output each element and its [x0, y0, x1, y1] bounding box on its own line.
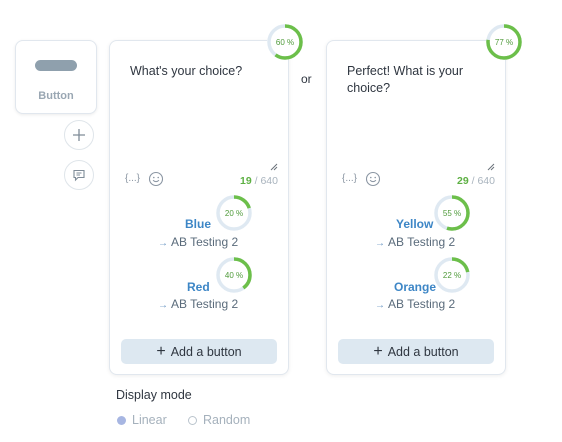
add-block-button[interactable]: [64, 120, 94, 150]
plus-icon: +: [156, 342, 166, 360]
arrow-right-icon: →: [375, 238, 385, 249]
resize-grip-icon[interactable]: [487, 163, 495, 171]
message-text-input[interactable]: What's your choice?: [130, 63, 270, 80]
radio-label: Linear: [132, 413, 167, 427]
choice-name-blue[interactable]: Blue: [185, 217, 211, 231]
or-connector-label: or: [301, 72, 312, 86]
button-shape-icon: [35, 60, 77, 71]
radio-label: Random: [203, 413, 251, 427]
radio-unselected-icon[interactable]: [188, 415, 197, 425]
plus-icon: +: [373, 342, 383, 360]
choice-name-orange[interactable]: Orange: [394, 280, 436, 294]
display-mode-linear-option[interactable]: Linear: [117, 413, 167, 427]
display-mode-title: Display mode: [116, 388, 192, 402]
ring-label: 55 %: [443, 209, 461, 218]
emoji-icon[interactable]: [148, 171, 164, 187]
add-message-button[interactable]: [64, 160, 94, 190]
palette-item-label: Button: [38, 90, 74, 102]
message-text-input[interactable]: Perfect! What is your choice?: [347, 63, 487, 97]
character-counter: 29 / 640: [457, 175, 495, 187]
message-card-1[interactable]: What's your choice? {...} 19 / 640 Blue …: [109, 40, 289, 375]
choice-target-link[interactable]: → AB Testing 2: [375, 297, 455, 311]
arrow-right-icon: →: [158, 300, 168, 311]
add-a-button-button[interactable]: + Add a button: [338, 339, 494, 364]
ring-label: 40 %: [225, 271, 243, 280]
choice-name-red[interactable]: Red: [187, 280, 210, 294]
choice-target-link[interactable]: → AB Testing 2: [375, 235, 455, 249]
button-block-palette-item[interactable]: Button: [15, 40, 97, 114]
emoji-icon[interactable]: [365, 171, 381, 187]
display-mode-random-option[interactable]: Random: [188, 413, 250, 427]
ring-label: 77 %: [495, 38, 513, 47]
plus-icon: [73, 129, 85, 141]
character-counter: 19 / 640: [240, 175, 278, 187]
add-a-button-button[interactable]: + Add a button: [121, 339, 277, 364]
variables-button[interactable]: {...}: [342, 173, 357, 184]
variables-button[interactable]: {...}: [125, 173, 140, 184]
card-2-percent-ring: 77 %: [486, 24, 522, 60]
resize-grip-icon[interactable]: [270, 163, 278, 171]
ring-label: 20 %: [225, 209, 243, 218]
choice-red-percent-ring: 40 %: [216, 257, 252, 293]
ring-label: 22 %: [443, 271, 461, 280]
radio-selected-icon[interactable]: [117, 415, 126, 425]
choice-target-link[interactable]: → AB Testing 2: [158, 235, 238, 249]
choice-name-yellow[interactable]: Yellow: [396, 217, 433, 231]
choice-blue-percent-ring: 20 %: [216, 195, 252, 231]
card-1-percent-ring: 60 %: [267, 24, 303, 60]
arrow-right-icon: →: [375, 300, 385, 311]
speech-bubble-icon: [73, 169, 85, 182]
message-card-2[interactable]: Perfect! What is your choice? {...} 29 /…: [326, 40, 506, 375]
arrow-right-icon: →: [158, 238, 168, 249]
choice-yellow-percent-ring: 55 %: [434, 195, 470, 231]
choice-orange-percent-ring: 22 %: [434, 257, 470, 293]
choice-target-link[interactable]: → AB Testing 2: [158, 297, 238, 311]
ring-label: 60 %: [276, 38, 294, 47]
